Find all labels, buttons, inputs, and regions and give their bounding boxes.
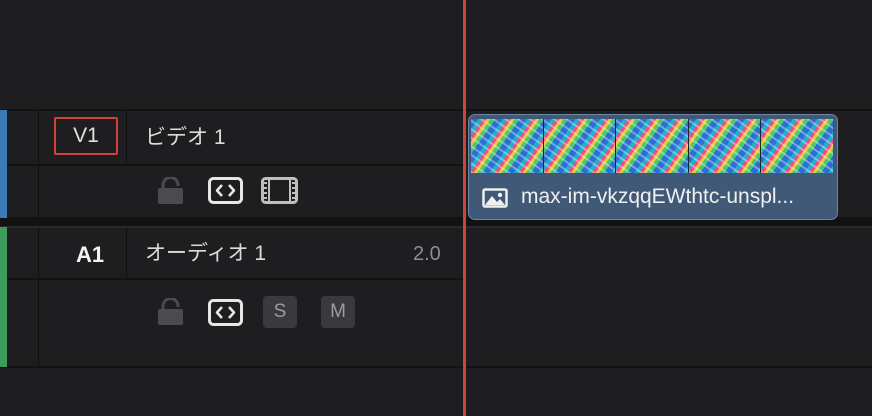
audio-track-id[interactable]: A1 xyxy=(54,241,126,269)
film-strip-icon[interactable] xyxy=(261,177,298,209)
video-track-color-bar xyxy=(0,110,7,218)
audio-channel-format: 2.0 xyxy=(413,243,441,265)
video-track-id[interactable]: V1 xyxy=(54,117,118,155)
header-column-divider xyxy=(126,110,127,165)
clip-thumbnail xyxy=(761,119,833,173)
lock-icon[interactable] xyxy=(158,176,183,209)
image-icon xyxy=(482,188,508,213)
header-column-divider xyxy=(38,227,39,367)
lock-icon[interactable] xyxy=(158,297,183,330)
track-divider xyxy=(0,109,872,111)
track-row-divider xyxy=(0,164,463,166)
video-track-name[interactable]: ビデオ 1 xyxy=(145,127,226,148)
playhead[interactable] xyxy=(463,0,466,416)
track-divider xyxy=(0,366,872,368)
clip-thumbnails xyxy=(471,119,833,173)
clip-thumbnail xyxy=(688,119,762,173)
audio-track-name[interactable]: オーディオ 1 xyxy=(145,243,266,264)
header-column-divider xyxy=(38,110,39,218)
video-clip[interactable]: max-im-vkzqqEWthtc-unspl... xyxy=(468,114,838,220)
clip-name: max-im-vkzqqEWthtc-unspl... xyxy=(521,185,795,208)
clip-thumbnail xyxy=(471,119,544,173)
track-divider xyxy=(0,226,872,228)
clip-thumbnail xyxy=(616,119,689,173)
link-icon[interactable] xyxy=(208,299,243,331)
audio-track-color-bar xyxy=(0,227,7,367)
mute-button[interactable]: M xyxy=(321,296,355,328)
clip-thumbnail xyxy=(543,119,617,173)
solo-button[interactable]: S xyxy=(263,296,297,328)
link-icon[interactable] xyxy=(208,177,243,209)
track-row-divider xyxy=(0,278,463,280)
header-column-divider xyxy=(126,227,127,279)
